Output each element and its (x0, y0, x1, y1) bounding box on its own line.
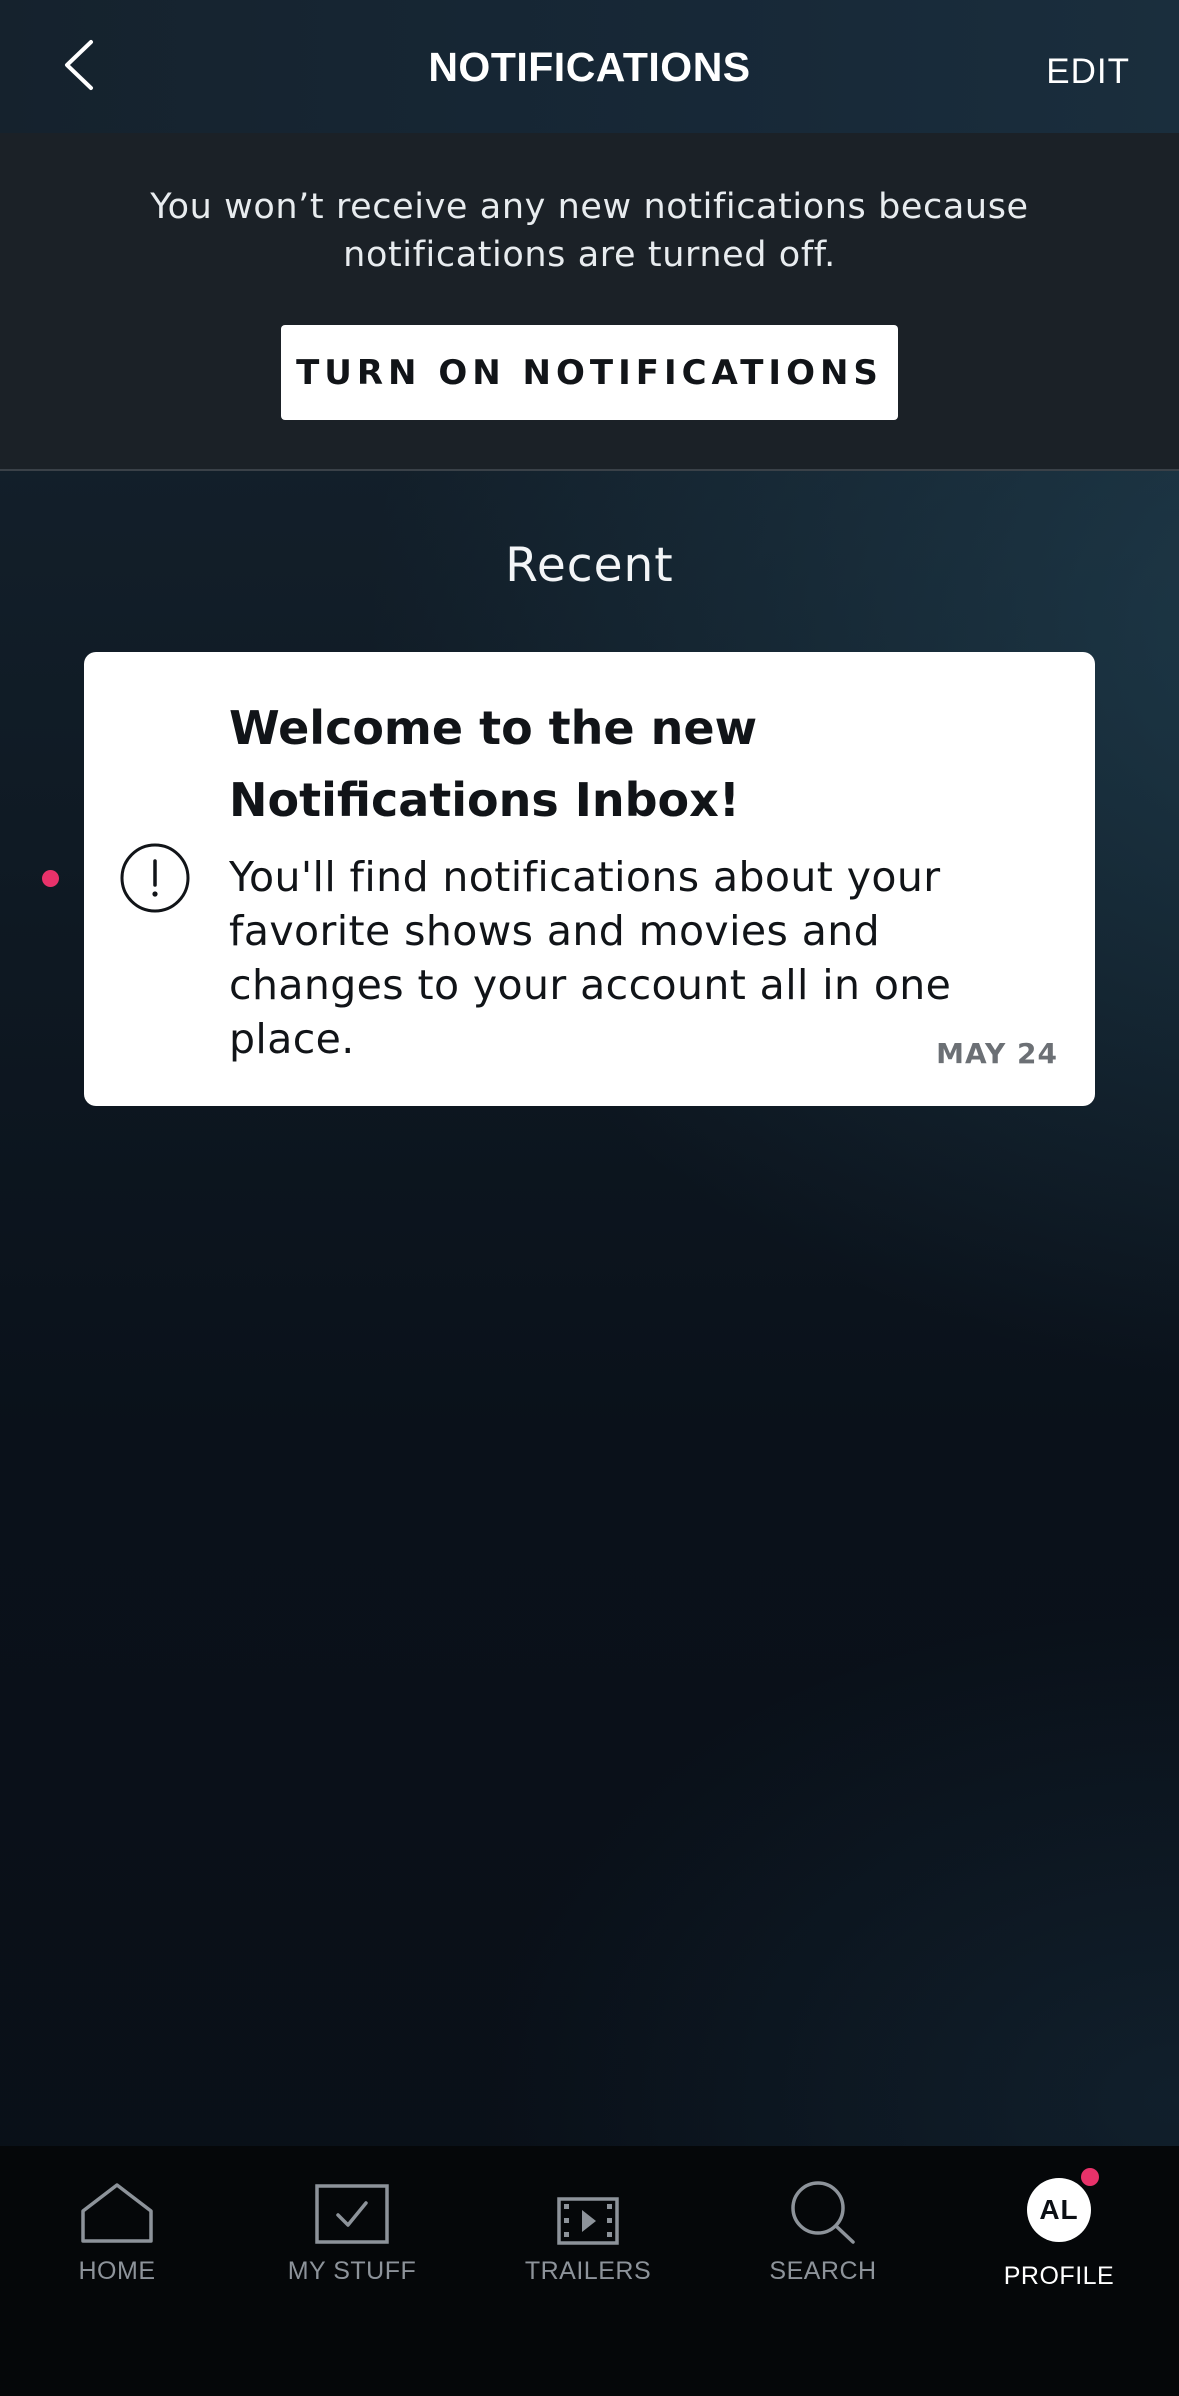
tab-profile[interactable]: AL PROFILE (959, 2146, 1159, 2290)
tab-label: TRAILERS (524, 2257, 652, 2285)
profile-badge (1081, 2168, 1099, 2186)
edit-button[interactable]: EDIT (1046, 52, 1130, 92)
notification-title: Welcome to the new Notifications Inbox! (229, 701, 758, 827)
checkbox-icon (315, 2184, 389, 2244)
notifications-off-banner: You won’t receive any new notifications … (0, 133, 1179, 471)
page-title: NOTIFICATIONS (428, 44, 751, 90)
tab-search[interactable]: SEARCH (723, 2146, 923, 2286)
banner-message: You won’t receive any new notifications … (150, 187, 1029, 275)
tab-trailers[interactable]: TRAILERS (488, 2146, 688, 2286)
top-bar: NOTIFICATIONS EDIT (0, 0, 1179, 133)
avatar: AL (1027, 2168, 1099, 2242)
tab-label: HOME (78, 2257, 156, 2285)
home-icon (81, 2183, 153, 2243)
tab-label: MY STUFF (287, 2257, 417, 2285)
alert-icon (120, 843, 190, 913)
film-icon (557, 2197, 619, 2245)
tab-home[interactable]: HOME (17, 2146, 217, 2286)
notification-date: MAY 24 (936, 1037, 1058, 1070)
unread-indicator (42, 870, 59, 887)
tab-my-stuff[interactable]: MY STUFF (252, 2146, 452, 2286)
search-icon (791, 2181, 855, 2244)
tab-label: SEARCH (769, 2257, 877, 2285)
bottom-tab-bar: HOME MY STUFF TRAILERS SEARCH AL PROFILE (0, 2146, 1179, 2396)
avatar-initials: AL (1039, 2194, 1079, 2225)
section-title: Recent (505, 538, 674, 593)
turn-on-notifications-button[interactable]: TURN ON NOTIFICATIONS (281, 325, 898, 420)
notification-card[interactable]: Welcome to the new Notifications Inbox! … (84, 652, 1095, 1106)
tab-label: PROFILE (1003, 2262, 1115, 2290)
notification-body: You'll find notifications about your fav… (229, 853, 952, 1063)
